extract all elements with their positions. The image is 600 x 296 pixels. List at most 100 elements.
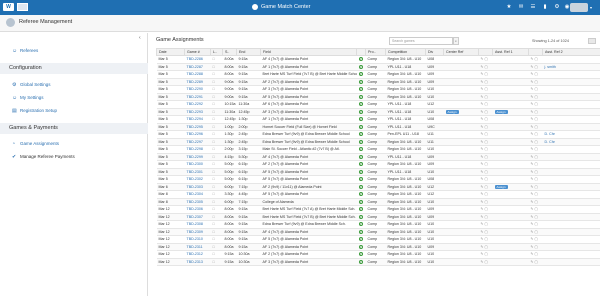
game-number-link[interactable]: TBD-2301 xyxy=(184,168,211,176)
column-header[interactable] xyxy=(478,48,493,56)
game-number-link[interactable]: TBD-2306 xyxy=(184,205,211,214)
edit-icon[interactable]: ✎ ▢ xyxy=(481,117,488,121)
asst-ref-1-cell[interactable] xyxy=(492,130,529,139)
column-header[interactable]: S.. xyxy=(222,48,237,56)
asst-ref-1-cell[interactable] xyxy=(492,175,529,184)
game-number-link[interactable]: TBD-2298 xyxy=(184,145,211,154)
asst-ref-1-cell[interactable] xyxy=(492,198,529,206)
edit-icon[interactable]: ✎ ▢ xyxy=(531,132,538,136)
edit-icon[interactable]: ✎ ▢ xyxy=(531,252,538,256)
center-ref-cell[interactable] xyxy=(443,85,479,94)
table-row[interactable]: Mar 5 TBD-2294 □ 12:45p 1:30p AF 1 (7v7) @ Al… xyxy=(156,115,600,124)
table-row[interactable]: Mar 5 TBD-2286 □ 8:00a 9:15a AF 4 (7v7) @ Ala… xyxy=(156,55,600,64)
edit-icon[interactable]: ✎ ▢ xyxy=(531,162,538,166)
game-number-link[interactable]: TBD-2307 xyxy=(184,213,211,221)
edit-icon[interactable]: ✎ ▢ xyxy=(531,215,538,219)
game-number-link[interactable]: TBD-2309 xyxy=(184,228,211,236)
edit-icon[interactable]: ✎ ▢ xyxy=(481,260,488,264)
table-row[interactable]: Mar 5 TBD-2288 □ 8:00a 9:15a Bret Harte MS Tu… xyxy=(156,70,600,79)
asst-ref-1-cell[interactable] xyxy=(492,153,529,161)
center-ref-cell[interactable] xyxy=(443,145,479,154)
asst-ref-2-cell[interactable] xyxy=(542,228,600,236)
table-row[interactable]: Mar 12 TBD-2308 □ 8:00a 9:15a Edna Brewer Tur… xyxy=(156,220,600,229)
game-number-link[interactable]: TBD-2310 xyxy=(184,235,211,244)
asst-ref-2-cell[interactable]: j. smith xyxy=(542,63,600,71)
asst-ref-1-cell[interactable] xyxy=(492,55,529,64)
center-ref-cell[interactable] xyxy=(443,93,479,101)
pager-button[interactable] xyxy=(588,38,596,44)
edit-icon[interactable]: ✎ ▢ xyxy=(481,80,488,84)
center-ref-cell[interactable] xyxy=(443,258,479,266)
asst-ref-1-cell[interactable]: Assign xyxy=(492,108,529,116)
column-header[interactable]: Game # xyxy=(184,48,211,56)
edit-icon[interactable]: ✎ ▢ xyxy=(531,185,538,189)
table-row[interactable]: Mar 5 TBD-2293 □ 11:30a 12:45p AF 3 (7v7) @ A… xyxy=(156,108,600,116)
asst-ref-2-cell[interactable] xyxy=(542,160,600,169)
table-row[interactable]: Mar 5 TBD-2287 □ 8:00a 9:15a AF 1 (7v7) @ Ala… xyxy=(156,63,600,71)
asst-ref-1-cell[interactable] xyxy=(492,78,529,86)
asst-ref-1-cell[interactable] xyxy=(492,228,529,236)
collapse-sidebar-icon[interactable]: ‹ xyxy=(139,35,141,41)
column-header[interactable]: Asst. Ref 2 xyxy=(542,48,600,56)
center-ref-cell[interactable] xyxy=(443,205,479,214)
table-row[interactable]: Mar 5 TBD-2299 □ 4:15p 5:30p AF 4 (7v7) @ Ala… xyxy=(156,153,600,161)
table-row[interactable]: Mar 12 TBD-2309 □ 8:00a 9:15a AF 4 (7v7) @ Al… xyxy=(156,228,600,236)
asst-ref-1-cell[interactable] xyxy=(492,168,529,176)
game-number-link[interactable]: TBD-2294 xyxy=(184,115,211,124)
column-header[interactable]: Pro.. xyxy=(365,48,386,56)
asst-ref-1-cell[interactable] xyxy=(492,160,529,169)
table-row[interactable]: Mar 5 TBD-2292 □ 10:15a 11:30a AF 6 (7v7) @ A… xyxy=(156,100,600,109)
sidebar-item-manage-payments[interactable]: ✔ Manage Referee Payments xyxy=(12,154,75,160)
game-number-link[interactable]: TBD-2308 xyxy=(184,220,211,229)
edit-icon[interactable]: ✎ ▢ xyxy=(481,110,488,114)
center-ref-cell[interactable] xyxy=(443,190,479,199)
asst-ref-1-cell[interactable] xyxy=(492,70,529,79)
center-ref-cell[interactable] xyxy=(443,63,479,71)
game-number-link[interactable]: TBD-2312 xyxy=(184,250,211,259)
game-number-link[interactable]: TBD-2290 xyxy=(184,85,211,94)
sidebar-item-game-assignments[interactable]: ◔ Game Assignments xyxy=(12,141,59,147)
chevron-down-icon[interactable]: ▾ xyxy=(590,5,592,10)
edit-icon[interactable]: ✎ ▢ xyxy=(531,230,538,234)
edit-icon[interactable]: ✎ ▢ xyxy=(481,155,488,159)
game-number-link[interactable]: TBD-2288 xyxy=(184,70,211,79)
edit-icon[interactable]: ✎ ▢ xyxy=(531,95,538,99)
center-ref-cell[interactable] xyxy=(443,198,479,206)
asst-ref-2-cell[interactable] xyxy=(542,198,600,206)
edit-icon[interactable]: ✎ ▢ xyxy=(481,125,488,129)
asst-ref-1-cell[interactable] xyxy=(492,235,529,244)
edit-icon[interactable]: ✎ ▢ xyxy=(531,110,538,114)
center-ref-cell[interactable] xyxy=(443,235,479,244)
asst-ref-1-cell[interactable]: Assign xyxy=(492,183,529,191)
edit-icon[interactable]: ✎ ▢ xyxy=(481,230,488,234)
asst-ref-2-cell[interactable] xyxy=(542,78,600,86)
asst-ref-2-cell[interactable] xyxy=(542,85,600,94)
center-ref-cell[interactable] xyxy=(443,70,479,79)
edit-icon[interactable]: ✎ ▢ xyxy=(531,245,538,249)
game-number-link[interactable]: TBD-2287 xyxy=(184,63,211,71)
asst-ref-2-cell[interactable]: D. Chr xyxy=(542,130,600,139)
asst-ref-2-cell[interactable] xyxy=(542,93,600,101)
game-number-link[interactable]: TBD-2291 xyxy=(184,93,211,101)
edit-icon[interactable]: ✎ ▢ xyxy=(531,72,538,76)
table-row[interactable]: Mar 5 TBD-2298 □ 2:00p 3:15p Main St. Soccer … xyxy=(156,145,600,154)
asst-ref-2-cell[interactable] xyxy=(542,213,600,221)
edit-icon[interactable]: ✎ ▢ xyxy=(481,222,488,226)
column-header[interactable]: Div xyxy=(425,48,444,56)
edit-icon[interactable]: ✎ ▢ xyxy=(481,252,488,256)
game-number-link[interactable]: TBD-2299 xyxy=(184,153,211,161)
edit-icon[interactable]: ✎ ▢ xyxy=(481,215,488,219)
table-row[interactable]: Mar 5 TBD-2290 □ 9:00a 9:15a AF 3 (7v7) @ Ala… xyxy=(156,85,600,94)
center-ref-cell[interactable] xyxy=(443,153,479,161)
center-ref-cell[interactable] xyxy=(443,228,479,236)
asst-ref-1-cell[interactable] xyxy=(492,213,529,221)
table-row[interactable]: Mar 8 TBD-2304 □ 3:30p 4:45p AF 5 (7v7) @ Ala… xyxy=(156,190,600,199)
edit-icon[interactable]: ✎ ▢ xyxy=(481,185,488,189)
edit-icon[interactable]: ✎ ▢ xyxy=(481,162,488,166)
edit-icon[interactable]: ✎ ▢ xyxy=(531,155,538,159)
game-number-link[interactable]: TBD-2311 xyxy=(184,243,211,251)
sidebar-item-referees[interactable]: ☺ Referees xyxy=(12,48,38,54)
asst-ref-1-cell[interactable] xyxy=(492,243,529,251)
asst-ref-1-cell[interactable] xyxy=(492,190,529,199)
asst-ref-2-cell[interactable] xyxy=(542,250,600,259)
